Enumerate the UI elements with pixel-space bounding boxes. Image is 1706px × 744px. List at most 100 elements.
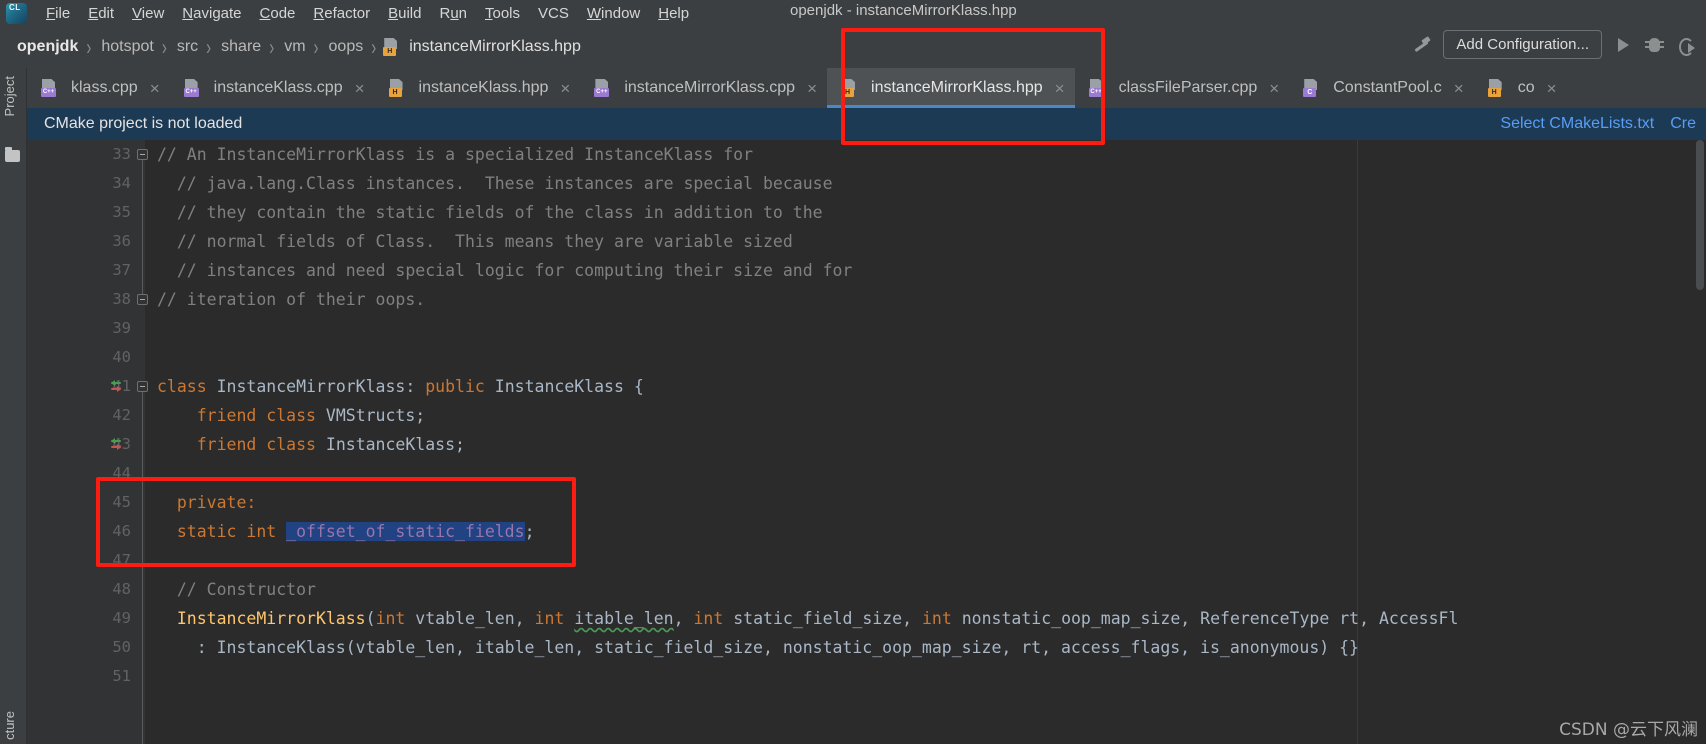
code-line[interactable]: 46 static int _offset_of_static_fields; <box>27 517 1706 546</box>
code-text: // iteration of their oops. <box>157 290 426 309</box>
code-text: static int _offset_of_static_fields; <box>157 522 535 541</box>
line-number: 40 <box>112 348 131 366</box>
close-icon[interactable]: × <box>1454 80 1464 97</box>
code-lines: 33 // An InstanceMirrorKlass is a special… <box>27 140 1706 691</box>
code-text: private: <box>157 493 257 512</box>
code-line[interactable]: 50 : InstanceKlass(vtable_len, itable_le… <box>27 633 1706 662</box>
editor-tab-constantpool-c[interactable]: ConstantPool.c × <box>1289 68 1473 108</box>
create-link[interactable]: Cre <box>1670 115 1696 133</box>
editor-tab-classfileparser-cpp[interactable]: classFileParser.cpp × <box>1075 68 1290 108</box>
menu-item-refactor[interactable]: Refactor <box>304 3 379 24</box>
close-icon[interactable]: × <box>355 80 365 97</box>
code-line[interactable]: 33 // An InstanceMirrorKlass is a special… <box>27 140 1706 169</box>
editor-tab-instanceklass-hpp[interactable]: instanceKlass.hpp × <box>375 68 581 108</box>
code-line[interactable]: 45 private: <box>27 488 1706 517</box>
attach-process-icon[interactable] <box>1676 34 1698 56</box>
run-icon[interactable] <box>1612 34 1634 56</box>
breadcrumb-separator: › <box>161 34 167 60</box>
debug-icon[interactable] <box>1644 34 1666 56</box>
code-line[interactable]: 48 // Constructor <box>27 575 1706 604</box>
line-number: 38 <box>112 290 131 308</box>
menu-item-view[interactable]: View <box>123 3 173 24</box>
tab-label: classFileParser.cpp <box>1118 79 1258 96</box>
menu-item-file[interactable]: File <box>37 3 79 24</box>
editor-tab-instanceklass-cpp[interactable]: instanceKlass.cpp × <box>170 68 375 108</box>
code-line[interactable]: 51 <box>27 662 1706 691</box>
line-number: 49 <box>112 609 131 627</box>
menu-item-window[interactable]: Window <box>578 3 649 24</box>
fold-collapse-icon[interactable] <box>137 149 148 160</box>
c-file-icon <box>1303 79 1320 97</box>
breadcrumb-file[interactable]: instanceMirrorKlass.hpp <box>406 38 584 56</box>
cpp-file-icon <box>594 79 611 97</box>
line-number: 33 <box>112 145 131 163</box>
code-line[interactable]: 37 // instances and need special logic f… <box>27 256 1706 285</box>
editor-tab-instancemirrorklass-cpp[interactable]: instanceMirrorKlass.cpp × <box>580 68 827 108</box>
editor-tab-instancemirrorklass-hpp[interactable]: instanceMirrorKlass.hpp × <box>827 68 1075 108</box>
breadcrumb-separator: › <box>371 34 377 60</box>
menu-item-help[interactable]: Help <box>649 3 698 24</box>
breadcrumb-item-oops[interactable]: oops <box>326 38 367 56</box>
line-number: 47 <box>112 551 131 569</box>
notification-actions: Select CMakeLists.txt Cre <box>1500 108 1706 140</box>
menu-item-vcs[interactable]: VCS <box>529 3 578 24</box>
cpp-file-icon <box>1088 79 1106 97</box>
code-line[interactable]: 47 <box>27 546 1706 575</box>
menu-item-build[interactable]: Build <box>379 3 430 24</box>
sidebar-item-structure[interactable]: cture <box>2 711 17 740</box>
close-icon[interactable]: × <box>150 80 160 97</box>
code-text: friend class InstanceKlass; <box>157 435 465 454</box>
fold-collapse-icon[interactable] <box>137 381 148 392</box>
tab-label: instanceKlass.cpp <box>213 79 343 96</box>
code-text: class InstanceMirrorKlass: public Instan… <box>157 377 644 396</box>
code-line[interactable]: 39 <box>27 314 1706 343</box>
close-icon[interactable]: × <box>807 80 817 97</box>
code-editor[interactable]: 33 // An InstanceMirrorKlass is a special… <box>27 140 1706 744</box>
code-line[interactable]: 35 // they contain the static fields of … <box>27 198 1706 227</box>
editor-tab-klass-cpp[interactable]: klass.cpp × <box>27 68 170 108</box>
code-line[interactable]: 40 <box>27 343 1706 372</box>
code-line[interactable]: 38 // iteration of their oops. <box>27 285 1706 314</box>
close-icon[interactable]: × <box>1269 80 1279 97</box>
select-cmakelists-link[interactable]: Select CMakeLists.txt <box>1500 115 1654 133</box>
menu-item-run[interactable]: Run <box>430 3 476 24</box>
editor-tab-co[interactable]: co × <box>1474 68 1567 108</box>
menu-item-tools[interactable]: Tools <box>476 3 529 24</box>
code-line[interactable]: 43 friend class InstanceKlass; <box>27 430 1706 459</box>
left-tool-strip: Project cture <box>0 68 27 744</box>
code-line[interactable]: 34 // java.lang.Class instances. These i… <box>27 169 1706 198</box>
add-configuration-button[interactable]: Add Configuration... <box>1443 30 1602 59</box>
breadcrumb-item-openjdk[interactable]: openjdk <box>14 38 81 56</box>
override-marker-icon[interactable] <box>109 438 123 452</box>
breadcrumb-item-share[interactable]: share <box>218 38 264 56</box>
scrollbar-thumb[interactable] <box>1696 140 1704 290</box>
tab-label: instanceKlass.hpp <box>418 79 549 96</box>
fold-collapse-icon[interactable] <box>137 294 148 305</box>
close-icon[interactable]: × <box>1055 80 1065 97</box>
run-toolbar: Add Configuration... <box>1411 30 1698 59</box>
breadcrumb-item-hotspot[interactable]: hotspot <box>98 38 156 56</box>
line-number: 39 <box>112 319 131 337</box>
editor-tab-bar: klass.cpp×instanceKlass.cpp×instanceKlas… <box>27 68 1706 108</box>
build-hammer-icon[interactable] <box>1411 34 1433 56</box>
menu-item-edit[interactable]: Edit <box>79 3 123 24</box>
breadcrumb[interactable]: openjdk›hotspot›src›share›vm›oops›instan… <box>0 34 584 60</box>
breadcrumb-item-vm[interactable]: vm <box>281 38 308 56</box>
editor-scrollbar[interactable] <box>1693 140 1706 744</box>
code-line[interactable]: 44 <box>27 459 1706 488</box>
code-line[interactable]: 49 InstanceMirrorKlass(int vtable_len, i… <box>27 604 1706 633</box>
code-line[interactable]: 42 friend class VMStructs; <box>27 401 1706 430</box>
line-number: 50 <box>112 638 131 656</box>
menu-item-code[interactable]: Code <box>251 3 305 24</box>
code-line[interactable]: 36 // normal fields of Class. This means… <box>27 227 1706 256</box>
code-text: // An InstanceMirrorKlass is a specializ… <box>157 145 754 164</box>
override-marker-icon[interactable] <box>109 380 123 394</box>
breadcrumb-item-src[interactable]: src <box>174 38 201 56</box>
sidebar-item-project[interactable]: Project <box>2 76 17 116</box>
code-line[interactable]: 41 class InstanceMirrorKlass: public Inst… <box>27 372 1706 401</box>
close-icon[interactable]: × <box>560 80 570 97</box>
breadcrumb-separator: › <box>269 34 275 60</box>
close-icon[interactable]: × <box>1547 80 1557 97</box>
folder-icon[interactable] <box>5 147 20 162</box>
menu-item-navigate[interactable]: Navigate <box>173 3 250 24</box>
